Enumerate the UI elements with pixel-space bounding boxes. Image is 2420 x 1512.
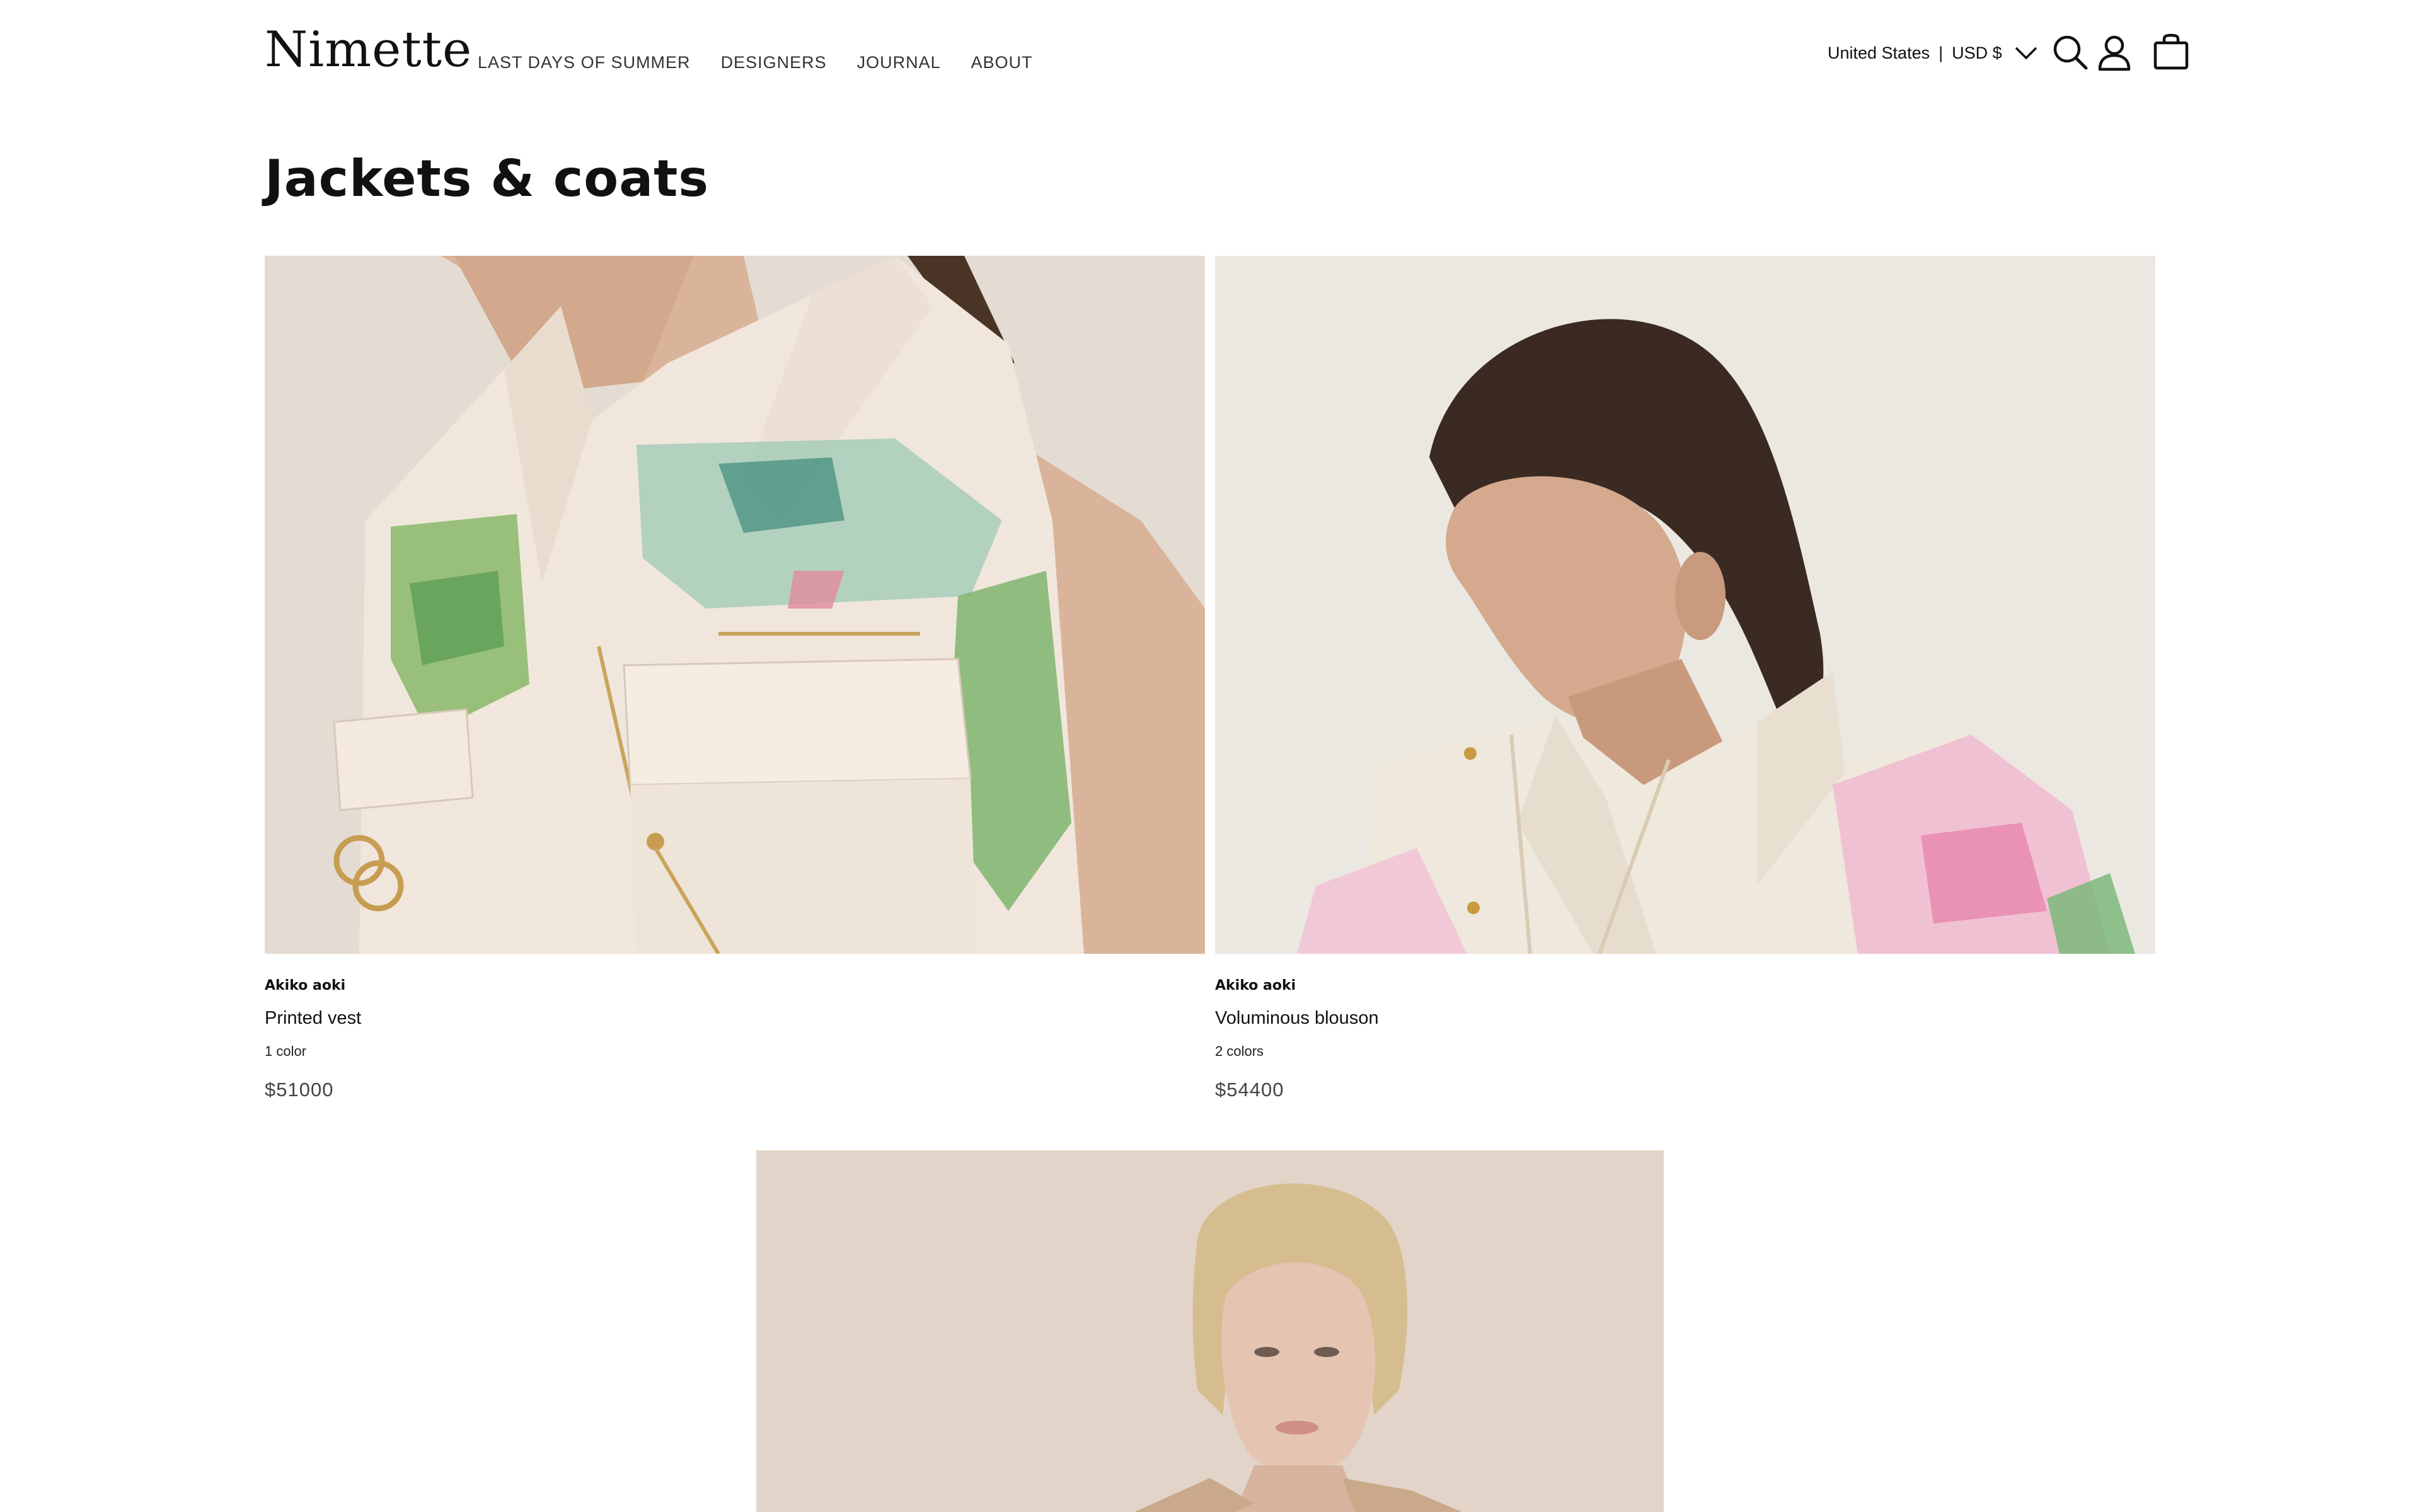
chevron-down-icon <box>2012 39 2040 67</box>
page: Nimette LAST DAYS OF SUMMER DESIGNERS JO… <box>0 0 2420 1512</box>
product-image[interactable] <box>265 256 1205 954</box>
logo[interactable]: Nimette <box>265 25 472 74</box>
account-icon[interactable] <box>2095 33 2134 72</box>
site-header: Nimette LAST DAYS OF SUMMER DESIGNERS JO… <box>0 0 2420 113</box>
locale-selector[interactable]: United States | USD $ <box>1828 39 2040 67</box>
product-name[interactable]: Printed vest <box>265 1008 361 1029</box>
nav-item-about[interactable]: ABOUT <box>971 53 1033 72</box>
product-card[interactable]: Akiko aoki Printed vest 1 color $51000 <box>265 256 1205 1113</box>
locale-currency: USD $ <box>1952 43 2002 62</box>
page-title: Jackets & coats <box>265 149 710 208</box>
product-color-count: 2 colors <box>1215 1043 1264 1059</box>
product-card[interactable]: Akiko aoki Voluminous blouson 2 colors $… <box>1215 256 2155 1113</box>
product-card[interactable] <box>756 1150 1664 1512</box>
locale-separator: | <box>1939 43 1944 62</box>
product-brand[interactable]: Akiko aoki <box>265 978 345 994</box>
main-nav: LAST DAYS OF SUMMER DESIGNERS JOURNAL AB… <box>478 53 1063 72</box>
product-name[interactable]: Voluminous blouson <box>1215 1008 1379 1029</box>
product-image[interactable] <box>756 1150 1664 1512</box>
search-icon[interactable] <box>2051 33 2090 72</box>
locale-country: United States <box>1828 43 1930 62</box>
product-price: $51000 <box>265 1079 334 1101</box>
product-image[interactable] <box>1215 256 2155 954</box>
product-brand[interactable]: Akiko aoki <box>1215 978 1296 994</box>
shopping-bag-icon[interactable] <box>2152 33 2191 72</box>
nav-item-last-days-of-summer[interactable]: LAST DAYS OF SUMMER <box>478 53 691 72</box>
nav-item-journal[interactable]: JOURNAL <box>857 53 941 72</box>
product-price: $54400 <box>1215 1079 1284 1101</box>
nav-item-designers[interactable]: DESIGNERS <box>721 53 827 72</box>
product-color-count: 1 color <box>265 1043 307 1059</box>
